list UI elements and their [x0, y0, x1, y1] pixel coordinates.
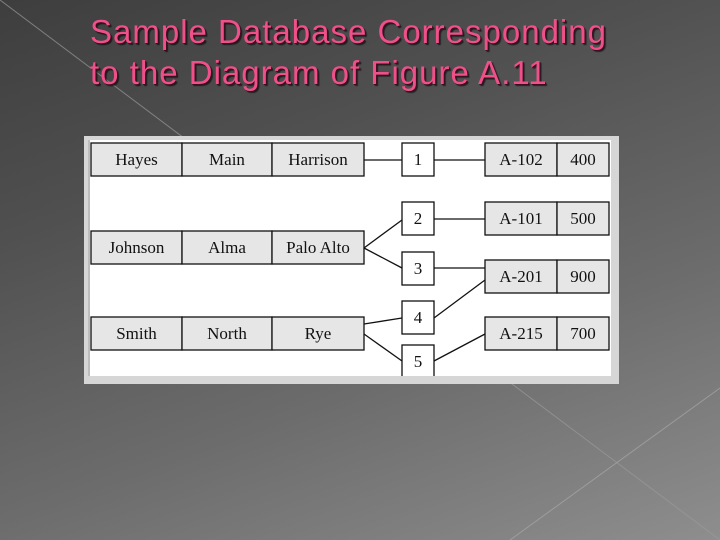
account-balance: 400 — [570, 150, 596, 169]
connector-johnson-2 — [363, 219, 403, 249]
figure-bottom-border — [88, 376, 619, 384]
account-balance: 900 — [570, 267, 596, 286]
link-box: 1 — [401, 142, 435, 177]
account-number: A-201 — [499, 267, 542, 286]
customer-street: Alma — [208, 238, 246, 257]
customer-street: North — [207, 324, 247, 343]
account-number: A-102 — [499, 150, 542, 169]
account-row: A-215 700 — [484, 316, 610, 351]
customer-city: Rye — [305, 324, 332, 343]
link-label: 1 — [414, 150, 423, 169]
connector-5-a215 — [433, 333, 486, 362]
customer-city: Harrison — [288, 150, 348, 169]
connector-smith-5 — [363, 333, 403, 362]
customer-street: Main — [209, 150, 245, 169]
customer-name: Smith — [116, 324, 157, 343]
connector-johnson-3 — [363, 247, 403, 269]
account-balance: 500 — [570, 209, 596, 228]
er-instance-diagram: Hayes Main Harrison Johnson Alma Palo Al… — [88, 142, 619, 384]
link-label: 3 — [414, 259, 423, 278]
account-balance: 700 — [570, 324, 596, 343]
customer-city: Palo Alto — [286, 238, 350, 257]
link-label: 4 — [414, 308, 423, 327]
link-box: 3 — [401, 251, 435, 286]
account-number: A-101 — [499, 209, 542, 228]
link-label: 2 — [414, 209, 423, 228]
customer-row: Johnson Alma Palo Alto — [90, 230, 365, 265]
customer-name: Johnson — [109, 238, 165, 257]
account-row: A-201 900 — [484, 259, 610, 294]
link-box: 4 — [401, 300, 435, 335]
connector-4-a201 — [433, 279, 486, 319]
link-box: 2 — [401, 201, 435, 236]
account-row: A-102 400 — [484, 142, 610, 177]
account-number: A-215 — [499, 324, 542, 343]
customer-row: Hayes Main Harrison — [90, 142, 365, 177]
connector-smith-4 — [363, 317, 403, 325]
customer-row: Smith North Rye — [90, 316, 365, 351]
link-label: 5 — [414, 352, 423, 371]
account-row: A-101 500 — [484, 201, 610, 236]
link-box: 5 — [401, 344, 435, 379]
customer-name: Hayes — [115, 150, 157, 169]
